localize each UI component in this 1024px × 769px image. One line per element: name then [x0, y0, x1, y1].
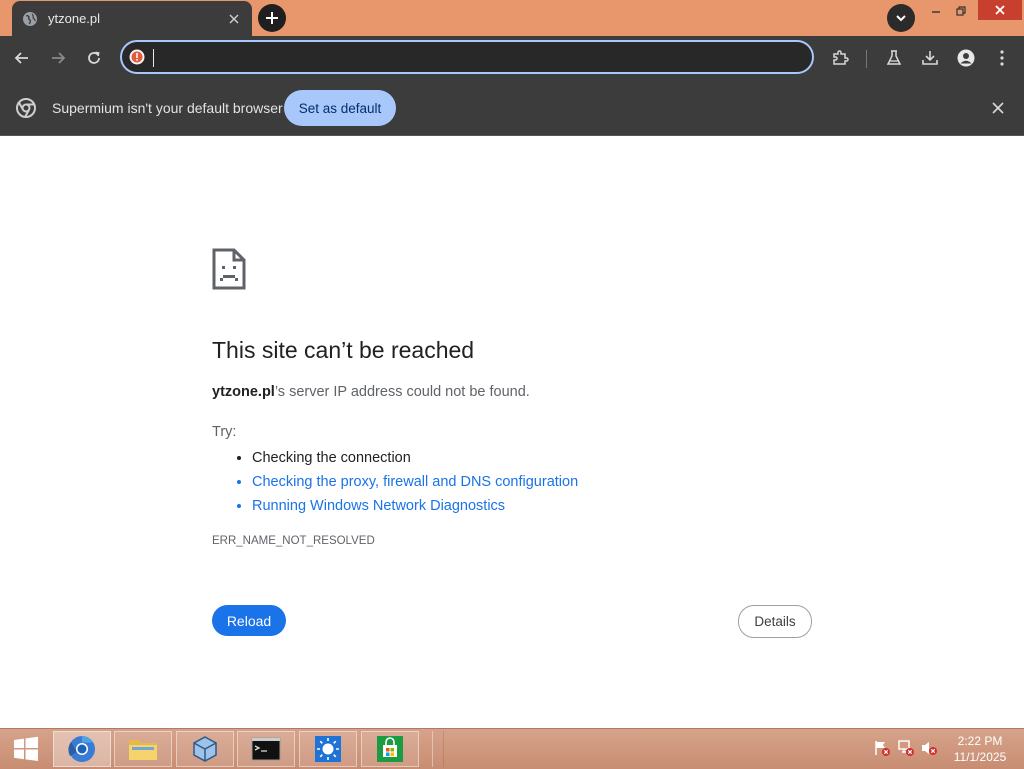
details-button[interactable]: Details: [738, 605, 812, 638]
taskbar: 2:22 PM 11/1/2025: [0, 728, 1024, 769]
refresh-icon: [88, 51, 100, 64]
globe-icon: [22, 11, 38, 27]
error-title: This site can’t be reached: [212, 337, 475, 363]
minimize-icon: [932, 11, 940, 13]
error-code: ERR_NAME_NOT_RESOLVED: [212, 535, 375, 547]
windows-logo-icon: [14, 736, 38, 761]
extensions-button[interactable]: [826, 44, 854, 72]
suggestion-link-diagnostics[interactable]: Running Windows Network Diagnostics: [252, 494, 578, 518]
browser-tab[interactable]: ytzone.pl: [12, 1, 252, 36]
set-default-button[interactable]: Set as default: [284, 90, 396, 126]
taskbar-virtualbox[interactable]: [176, 731, 234, 767]
back-button[interactable]: [8, 44, 36, 72]
text-caret: [153, 49, 154, 67]
address-input[interactable]: [154, 43, 812, 71]
default-browser-infobar: Supermium isn't your default browser Set…: [0, 81, 1024, 136]
reload-button[interactable]: Reload: [212, 605, 286, 636]
minimize-button[interactable]: [925, 0, 947, 22]
more-vertical-icon: [1000, 50, 1004, 66]
restore-button[interactable]: [950, 0, 972, 22]
downloads-button[interactable]: [916, 44, 944, 72]
virtualbox-icon: [193, 736, 217, 762]
arrow-right-icon: [52, 52, 66, 64]
taskbar-weather[interactable]: [299, 731, 357, 767]
network-tray-icon[interactable]: [897, 739, 915, 757]
system-clock[interactable]: 2:22 PM 11/1/2025: [944, 733, 1016, 765]
window-close-button[interactable]: [978, 0, 1022, 20]
site-info-icon[interactable]: [128, 48, 146, 66]
weather-icon: [315, 736, 341, 762]
volume-muted-tray-icon[interactable]: [920, 739, 938, 757]
plus-icon: [266, 12, 278, 24]
action-center-tray-icon[interactable]: [873, 739, 891, 757]
taskbar-divider: [432, 731, 444, 767]
browser-toolbar: [0, 36, 1024, 81]
labs-button[interactable]: [880, 44, 908, 72]
taskbar-command-prompt[interactable]: [237, 731, 295, 767]
profile-button[interactable]: [952, 44, 980, 72]
tab-search-button[interactable]: [887, 4, 915, 32]
title-bar: ytzone.pl: [0, 0, 1024, 36]
error-host: ytzone.pl: [212, 384, 275, 400]
restore-icon: [955, 5, 966, 16]
reload-toolbar-button[interactable]: [80, 44, 108, 72]
person-icon: [957, 49, 975, 67]
infobar-close-icon[interactable]: [988, 98, 1008, 118]
sad-document-icon: [212, 248, 246, 290]
close-icon: [995, 5, 1005, 15]
clock-date: 11/1/2025: [953, 750, 1007, 764]
file-explorer-icon: [129, 740, 157, 760]
suggestion-item: Checking the connection: [252, 446, 578, 470]
suggestion-link-proxy[interactable]: Checking the proxy, firewall and DNS con…: [252, 470, 578, 494]
error-host-suffix: ’s server IP address could not be found.: [274, 384, 530, 400]
flask-icon: [886, 50, 902, 65]
address-bar[interactable]: [120, 40, 814, 74]
chromium-icon: [68, 735, 95, 762]
chevron-down-icon: [896, 15, 906, 22]
page-content: This site can’t be reached ytzone.pl’s s…: [0, 136, 1024, 728]
taskbar-chromium[interactable]: [53, 731, 111, 767]
chromium-logo-icon: [16, 98, 36, 118]
tab-title: ytzone.pl: [48, 11, 101, 26]
command-prompt-icon: [251, 737, 281, 761]
suggestion-list: Checking the connection Checking the pro…: [212, 446, 578, 518]
new-tab-button[interactable]: [258, 4, 286, 32]
toolbar-separator: [866, 50, 867, 68]
puzzle-icon: [833, 50, 849, 65]
menu-button[interactable]: [988, 44, 1016, 72]
tab-close-icon[interactable]: [226, 11, 242, 27]
error-summary: ytzone.pl’s server IP address could not …: [212, 384, 530, 400]
infobar-message: Supermium isn't your default browser: [52, 100, 283, 116]
try-label: Try:: [212, 424, 237, 440]
taskbar-store[interactable]: [361, 731, 419, 767]
arrow-left-icon: [14, 52, 28, 64]
forward-button[interactable]: [44, 44, 72, 72]
store-icon: [377, 736, 403, 762]
download-icon: [922, 51, 938, 65]
start-button[interactable]: [6, 733, 46, 765]
clock-time: 2:22 PM: [957, 734, 1003, 748]
taskbar-file-explorer[interactable]: [114, 731, 172, 767]
